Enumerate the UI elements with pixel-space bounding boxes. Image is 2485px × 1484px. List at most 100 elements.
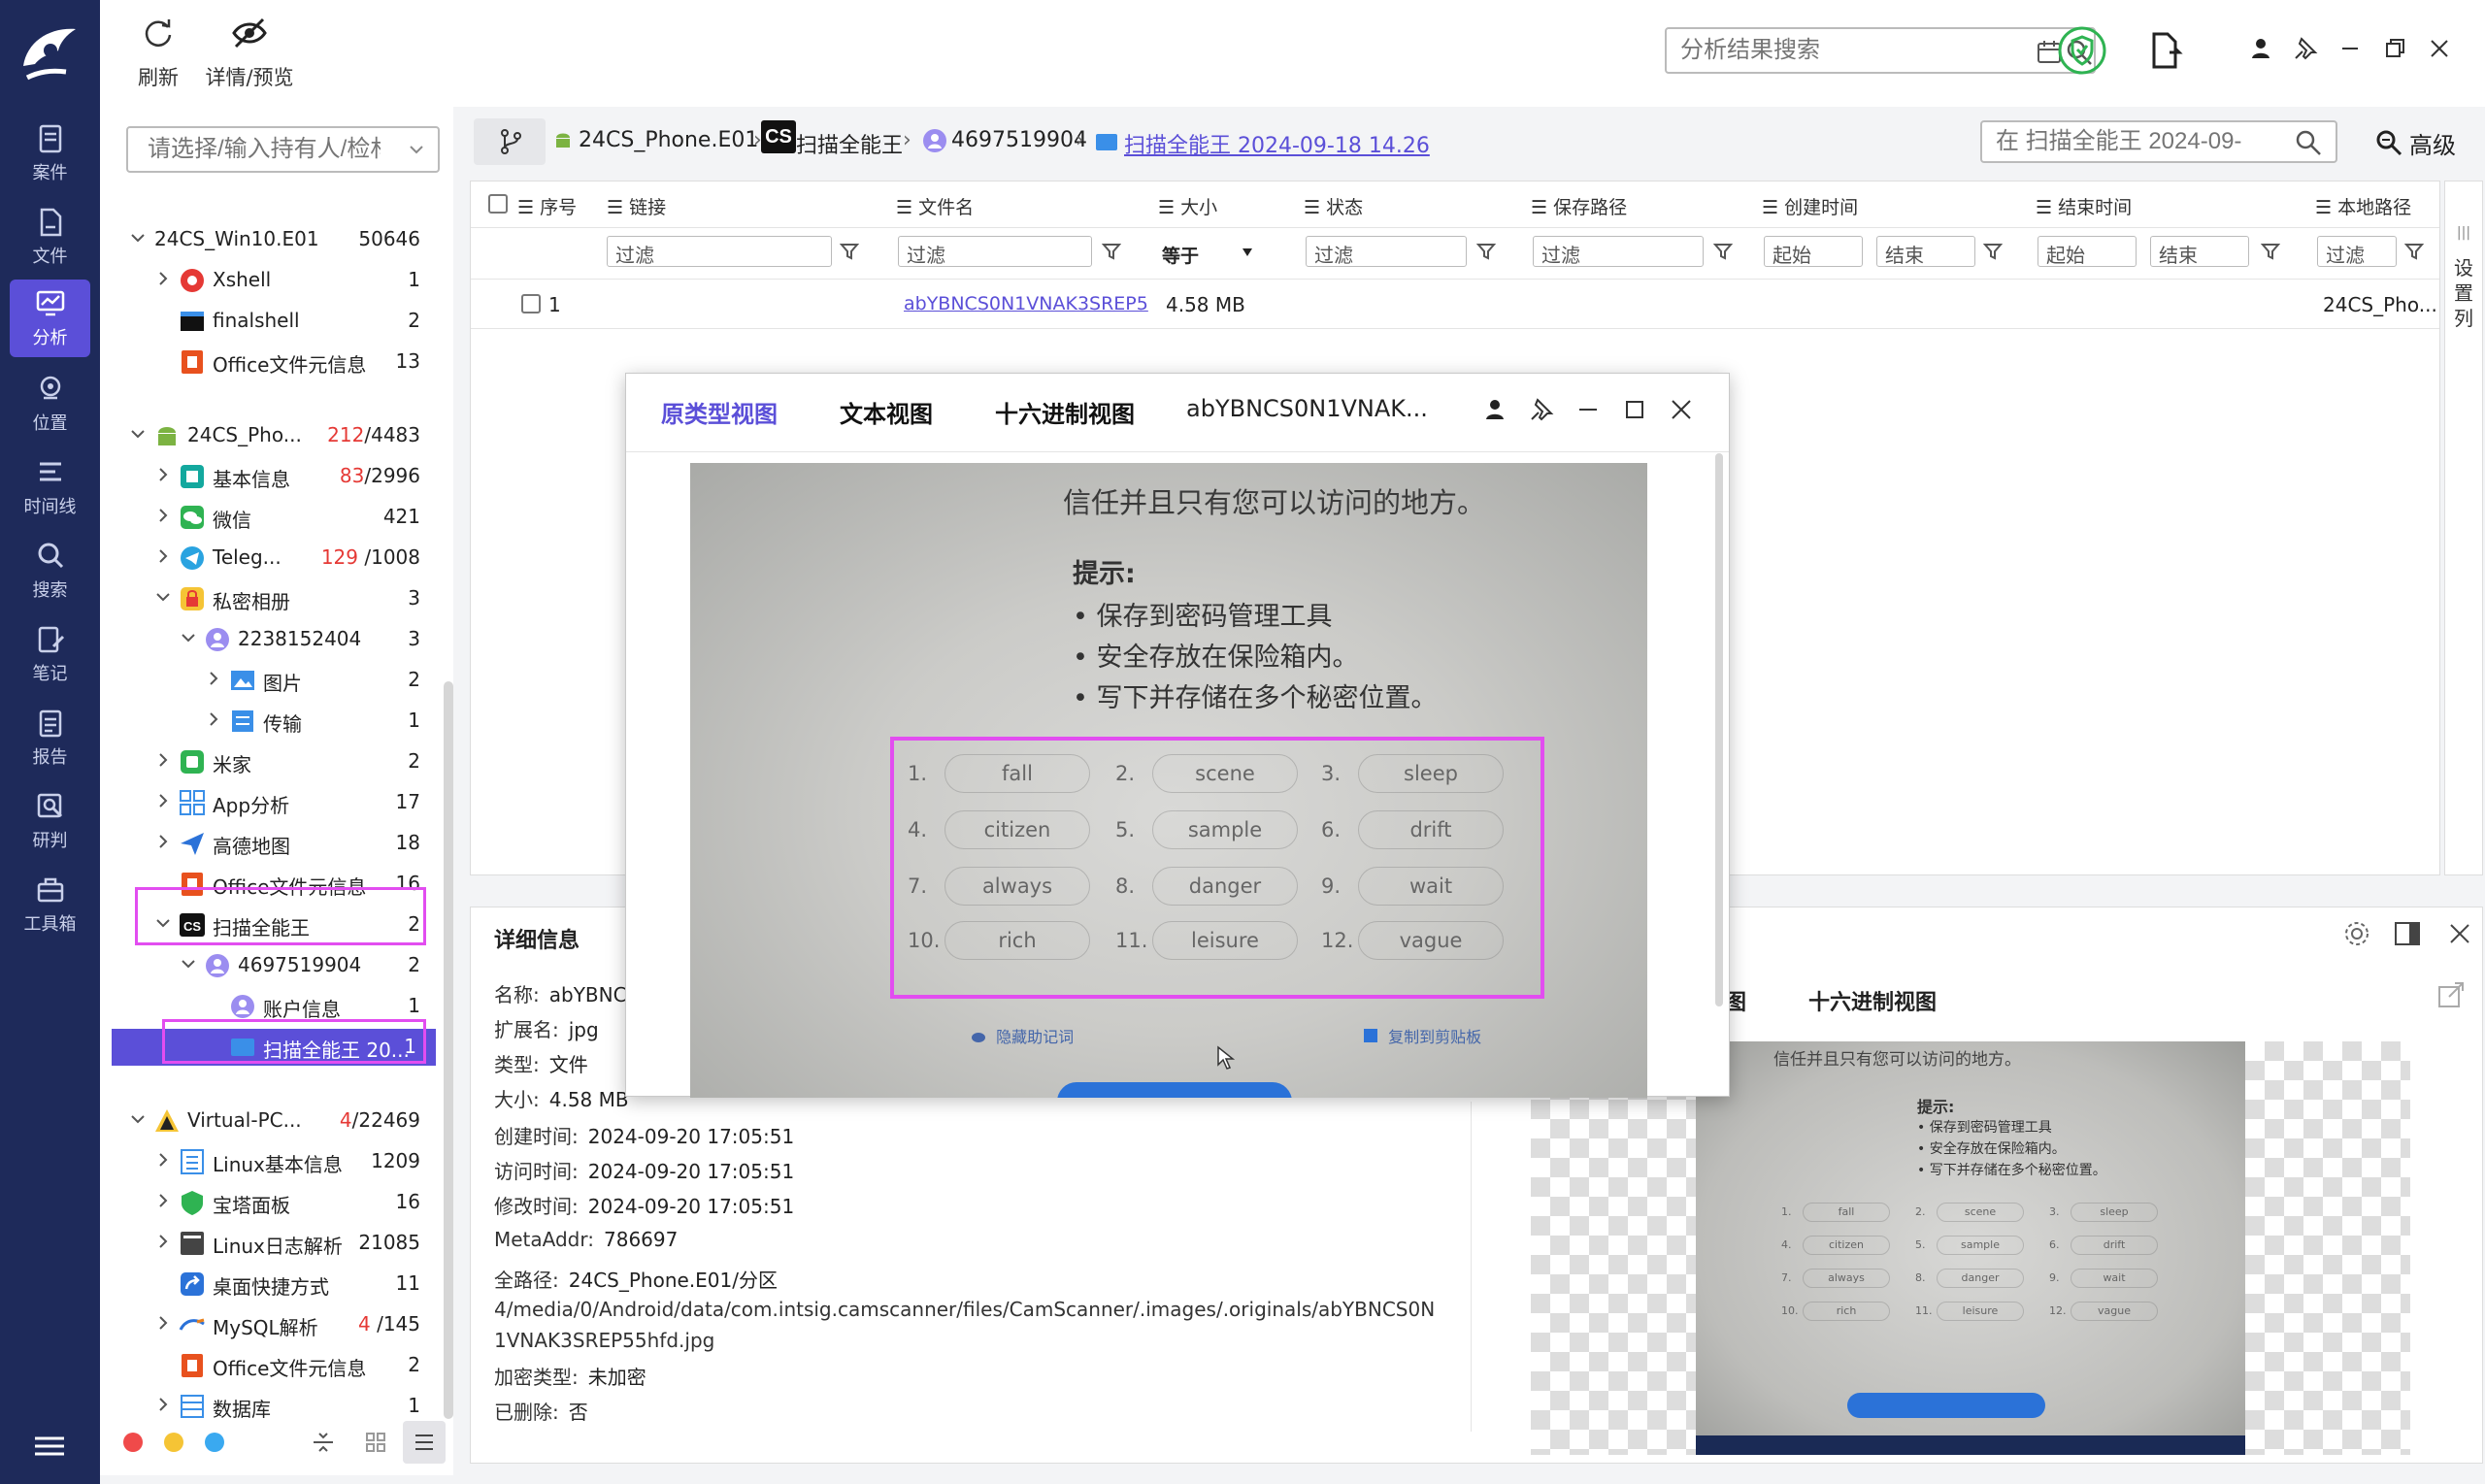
filter-save-path[interactable]: 过滤: [1533, 236, 1704, 267]
tree-item[interactable]: 2238152404 3: [100, 621, 440, 658]
row-checkbox[interactable]: [521, 294, 541, 313]
breadcrumb-item[interactable]: 24CS_Phone.E01: [579, 128, 758, 152]
column-header-link[interactable]: ☰ 链接: [607, 193, 666, 219]
funnel-icon[interactable]: [1102, 242, 1121, 261]
table-row[interactable]: 1 abYBNCS0N1VNAK3SREP5 4.58 MB 24CS_Pho.…: [471, 279, 2439, 329]
chevron-down-icon[interactable]: [129, 1110, 147, 1128]
chevron-right-icon[interactable]: [154, 792, 172, 809]
user-icon[interactable]: [2245, 33, 2276, 64]
holder-select-input[interactable]: [128, 128, 400, 171]
tree-item[interactable]: 宝塔面板 16: [100, 1184, 440, 1221]
tree-item[interactable]: 24CS_Pho... 212/4483: [100, 417, 440, 454]
split-panel-icon[interactable]: [2393, 919, 2422, 948]
close-icon[interactable]: [2424, 33, 2455, 64]
tree-item[interactable]: 4697519904 2: [100, 947, 440, 984]
funnel-icon[interactable]: [1476, 242, 1496, 261]
column-header-end-time[interactable]: ☰ 结束时间: [2036, 193, 2132, 219]
pin-icon[interactable]: [1527, 395, 1556, 424]
nav-item-analysis[interactable]: 分析: [10, 280, 90, 357]
minimize-icon[interactable]: [1574, 395, 1603, 424]
filter-end-start[interactable]: 起始: [2038, 236, 2137, 267]
chevron-right-icon[interactable]: [205, 710, 222, 728]
tab-native-view[interactable]: 原类型视图: [661, 395, 778, 429]
tree-item[interactable]: 私密相册 3: [100, 580, 440, 617]
tree-item[interactable]: 高德地图 18: [100, 825, 440, 862]
user-icon[interactable]: [1480, 395, 1509, 424]
list-view-button[interactable]: [403, 1421, 446, 1464]
result-search-input[interactable]: [1667, 29, 2016, 72]
filter-end-end[interactable]: 结束: [2150, 236, 2249, 267]
filter-filename[interactable]: 过滤: [898, 236, 1092, 267]
tree-item[interactable]: Office文件元信息 13: [100, 344, 440, 380]
tree-item[interactable]: 微信 421: [100, 499, 440, 536]
minimize-icon[interactable]: [2335, 33, 2366, 64]
nav-item-judge[interactable]: 研判: [10, 782, 90, 860]
chevron-down-icon[interactable]: [154, 588, 172, 606]
tree-item[interactable]: 传输 1: [100, 703, 440, 740]
breadcrumb-item[interactable]: 扫描全能王: [796, 128, 903, 159]
breadcrumb-item-current[interactable]: 扫描全能王 2024-09-18 14.26: [1124, 128, 1430, 159]
tab-hex-view[interactable]: 十六进制视图: [995, 395, 1135, 429]
chevron-right-icon[interactable]: [154, 1151, 172, 1169]
tree-item[interactable]: finalshell 2: [100, 303, 440, 340]
chevron-right-icon[interactable]: [154, 1233, 172, 1250]
column-header-size[interactable]: ☰ 大小: [1158, 193, 1217, 219]
chevron-right-icon[interactable]: [154, 466, 172, 483]
column-settings-tab[interactable]: ||| 设置列: [2444, 181, 2483, 875]
filter-status[interactable]: 过滤: [1306, 236, 1467, 267]
shield-check-icon[interactable]: [2057, 25, 2107, 76]
export-file-icon[interactable]: [2148, 31, 2185, 70]
tree-item[interactable]: Virtual-PC... 4/22469: [100, 1103, 440, 1139]
tree-item[interactable]: 图片 2: [100, 662, 440, 699]
menu-icon[interactable]: [33, 1435, 66, 1458]
chevron-right-icon[interactable]: [154, 751, 172, 769]
tab-text-view[interactable]: 文本视图: [840, 395, 933, 429]
chevron-right-icon[interactable]: [205, 670, 222, 687]
chevron-right-icon[interactable]: [154, 270, 172, 287]
external-link-icon[interactable]: [2435, 979, 2467, 1010]
red-dot-icon[interactable]: [123, 1433, 143, 1452]
tree-item[interactable]: Linux基本信息 1209: [100, 1143, 440, 1180]
detail-preview-button[interactable]: 详情/预览: [201, 10, 298, 97]
chevron-down-icon[interactable]: [180, 955, 197, 973]
tree-item[interactable]: 桌面快捷方式 11: [100, 1266, 440, 1303]
branch-button[interactable]: [474, 118, 546, 165]
tree-item[interactable]: Office文件元信息 2: [100, 1347, 440, 1384]
funnel-icon[interactable]: [840, 242, 859, 261]
chevron-down-icon[interactable]: [409, 144, 424, 155]
filter-local-path[interactable]: 过滤: [2317, 236, 2397, 267]
breadcrumb-item[interactable]: 4697519904: [951, 128, 1087, 152]
funnel-icon[interactable]: [2404, 242, 2424, 261]
nav-item-file[interactable]: 文件: [10, 198, 90, 276]
preview-tab-hex[interactable]: 十六进制视图: [1808, 985, 1937, 1016]
tree-item[interactable]: Xshell 1: [100, 262, 440, 299]
holder-select[interactable]: [126, 126, 440, 173]
chevron-right-icon[interactable]: [154, 1396, 172, 1413]
nav-item-timeline[interactable]: 时间线: [10, 448, 90, 526]
result-search-box[interactable]: [1665, 27, 2096, 74]
maximize-icon[interactable]: [1620, 395, 1649, 424]
column-header-save-path[interactable]: ☰ 保存路径: [1531, 193, 1627, 219]
column-header-local-path[interactable]: ☰ 本地路径: [2315, 193, 2411, 219]
chevron-right-icon[interactable]: [154, 833, 172, 850]
column-header-status[interactable]: ☰ 状态: [1304, 193, 1363, 219]
tree-scrollbar[interactable]: [444, 681, 453, 1419]
tree-item[interactable]: App分析 17: [100, 784, 440, 821]
chevron-right-icon[interactable]: [154, 547, 172, 565]
breadcrumb-search-input[interactable]: [1982, 122, 2283, 161]
funnel-icon[interactable]: [1713, 242, 1733, 261]
chevron-right-icon[interactable]: [154, 1314, 172, 1332]
column-header-create-time[interactable]: ☰ 创建时间: [1762, 193, 1858, 219]
nav-item-location[interactable]: 位置: [10, 365, 90, 443]
viewer-scrollbar[interactable]: [1715, 453, 1723, 1006]
tree-item[interactable]: MySQL解析 4 /145: [100, 1306, 440, 1343]
preview-thumbnail[interactable]: 信任并且只有您可以访问的地方。 提示: • 保存到密码管理工具 • 安全存放在保…: [1531, 1041, 2410, 1455]
tree-item[interactable]: 基本信息 83/2996: [100, 458, 440, 495]
filter-link[interactable]: 过滤: [607, 236, 832, 267]
row-filename-link[interactable]: abYBNCS0N1VNAK3SREP5: [904, 293, 1148, 314]
chevron-right-icon[interactable]: [154, 1192, 172, 1209]
column-header-index[interactable]: ☰ 序号: [517, 193, 577, 219]
caret-down-icon[interactable]: [1242, 247, 1253, 257]
search-icon[interactable]: [2295, 129, 2322, 156]
nav-item-toolbox[interactable]: 工具箱: [10, 866, 90, 943]
